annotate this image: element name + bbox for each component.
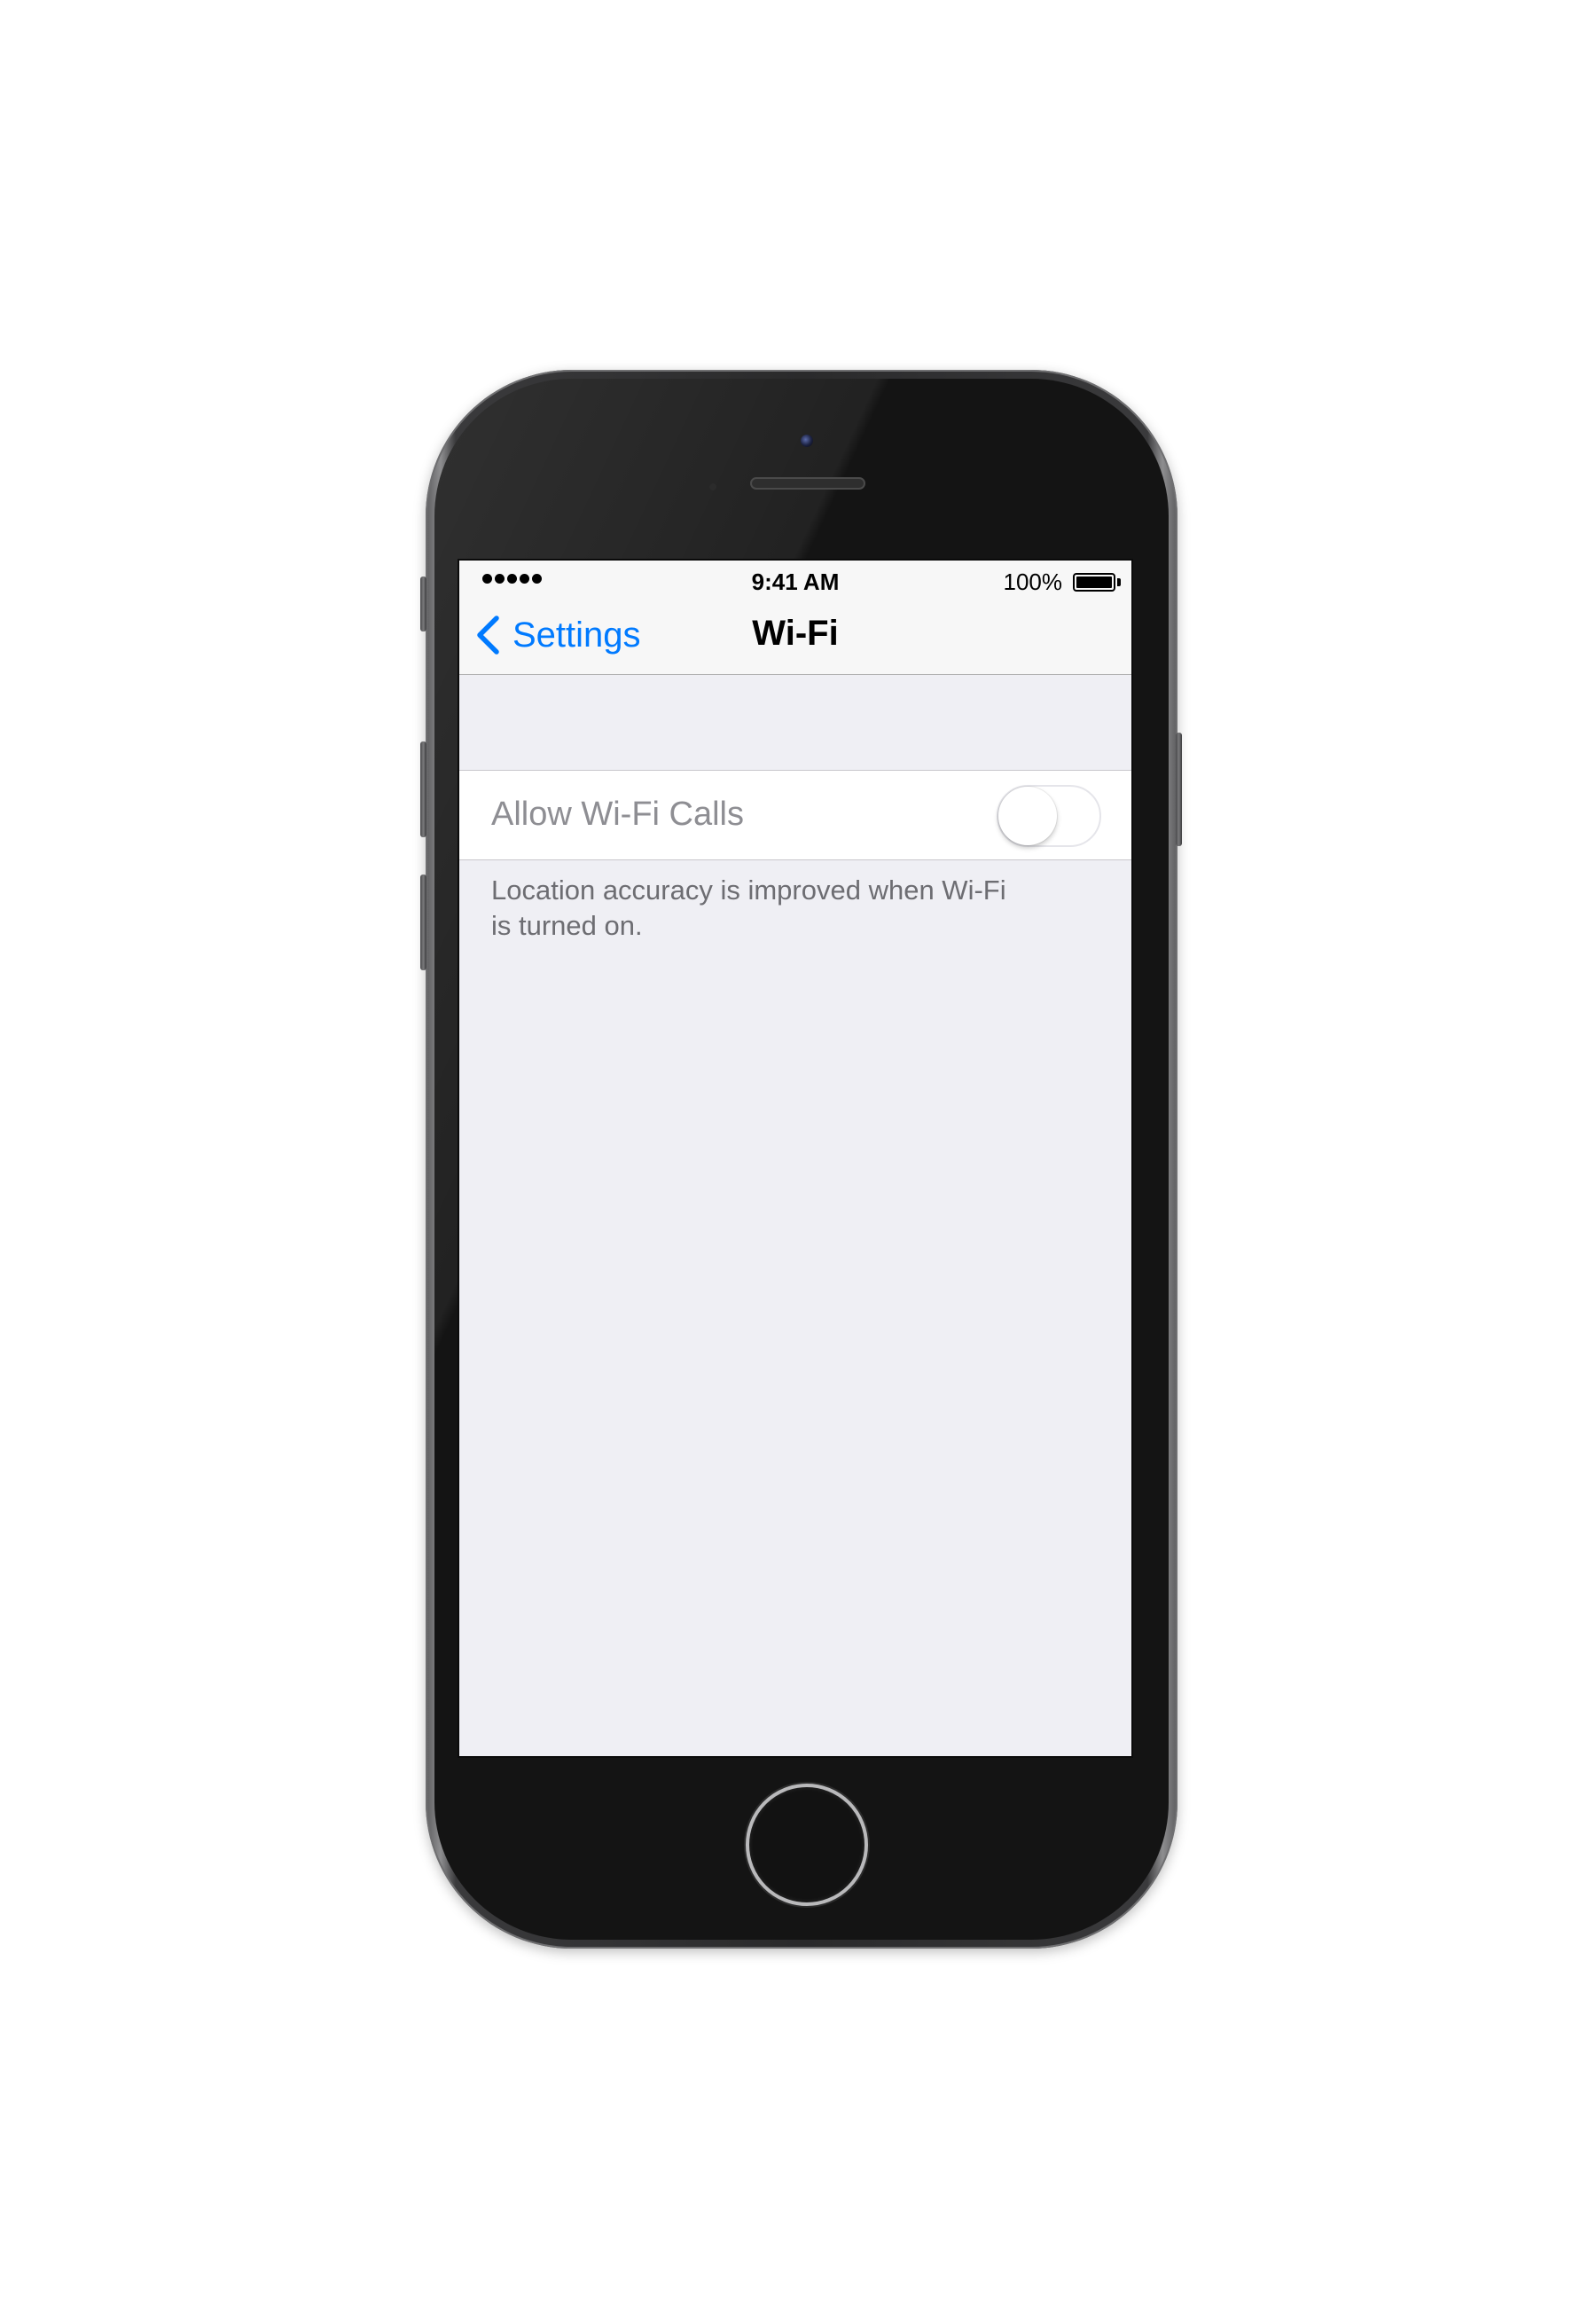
battery-body — [1073, 573, 1115, 592]
mute-switch[interactable] — [420, 576, 426, 631]
navigation-bar: Settings Wi-Fi — [459, 596, 1131, 675]
volume-up-button[interactable] — [420, 741, 426, 837]
battery-fill — [1076, 576, 1112, 588]
toggle-knob — [998, 787, 1057, 845]
allow-wifi-calls-label: Allow Wi-Fi Calls — [491, 796, 744, 833]
mockup-stage: 9:41 AM 100% Settings Wi-Fi Allow Wi-Fi … — [0, 0, 1596, 2306]
proximity-sensor — [709, 483, 716, 490]
earpiece-speaker — [750, 477, 865, 490]
status-bar: 9:41 AM 100% — [459, 561, 1131, 596]
battery-tip — [1117, 578, 1121, 586]
allow-wifi-calls-row: Allow Wi-Fi Calls — [459, 770, 1131, 860]
home-button[interactable] — [746, 1784, 868, 1906]
page-title: Wi-Fi — [752, 614, 839, 653]
battery-percentage: 100% — [1003, 569, 1063, 595]
section-footer-note: Location accuracy is improved when Wi-Fi… — [491, 875, 1006, 941]
volume-down-button[interactable] — [420, 875, 426, 970]
allow-wifi-calls-toggle[interactable] — [997, 785, 1101, 847]
power-button[interactable] — [1176, 733, 1182, 846]
front-camera — [801, 435, 813, 447]
phone-screen: 9:41 AM 100% Settings Wi-Fi Allow Wi-Fi … — [459, 561, 1131, 1756]
battery-icon — [1073, 573, 1121, 592]
